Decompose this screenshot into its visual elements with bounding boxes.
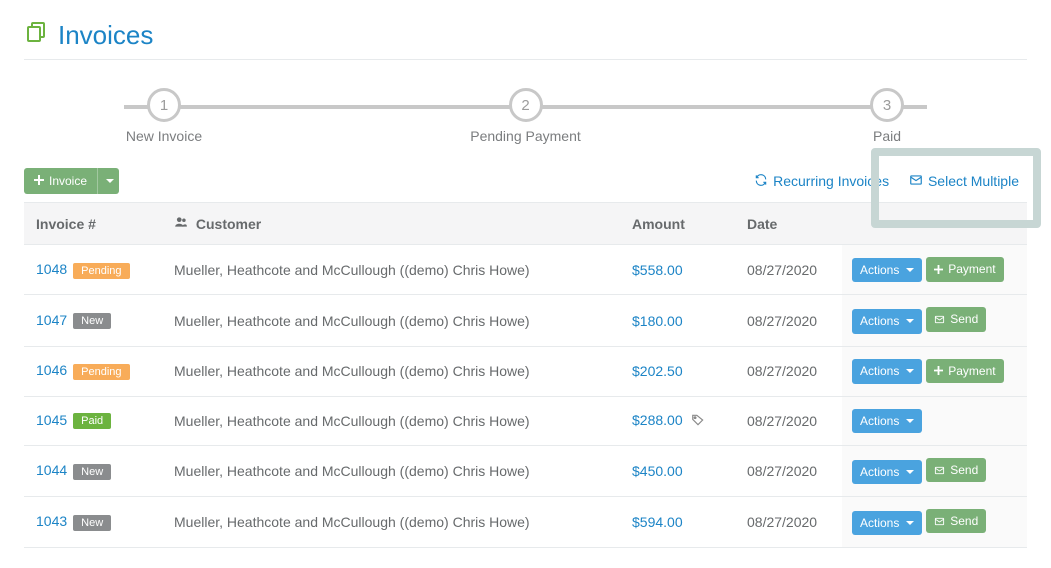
step-label: Pending Payment bbox=[470, 128, 581, 144]
header-actions bbox=[842, 203, 1027, 245]
toolbar-right: Recurring Invoices Select Multiple bbox=[746, 169, 1027, 194]
chevron-down-icon bbox=[906, 268, 914, 272]
amount-link[interactable]: $450.00 bbox=[632, 463, 683, 479]
status-badge: Paid bbox=[73, 413, 111, 429]
header-customer-label: Customer bbox=[196, 216, 261, 232]
envelope-icon bbox=[934, 465, 945, 476]
customer-cell: Mueller, Heathcote and McCullough ((demo… bbox=[164, 446, 622, 497]
send-button[interactable]: Send bbox=[926, 307, 986, 331]
table-row: 1048 Pending Mueller, Heathcote and McCull… bbox=[24, 245, 1027, 295]
new-invoice-split-button: Invoice bbox=[24, 168, 119, 194]
step-circle: 3 bbox=[870, 88, 904, 122]
chevron-down-icon bbox=[906, 319, 914, 323]
amount-link[interactable]: $558.00 bbox=[632, 262, 683, 278]
step-2[interactable]: 2 Pending Payment bbox=[426, 88, 626, 144]
invoices-table: Invoice # Customer Amount Date 1048 Pendi… bbox=[24, 202, 1027, 548]
header-customer[interactable]: Customer bbox=[164, 203, 622, 245]
table-row: 1043 New Mueller, Heathcote and McCullough… bbox=[24, 497, 1027, 548]
customer-cell: Mueller, Heathcote and McCullough ((demo… bbox=[164, 497, 622, 548]
header-amount[interactable]: Amount bbox=[622, 203, 737, 245]
actions-dropdown[interactable]: Actions bbox=[852, 309, 922, 333]
page-title: Invoices bbox=[24, 20, 1027, 60]
select-multiple-label: Select Multiple bbox=[928, 173, 1019, 189]
users-icon bbox=[174, 216, 192, 232]
header-date[interactable]: Date bbox=[737, 203, 842, 245]
table-row: 1047 New Mueller, Heathcote and McCullough… bbox=[24, 295, 1027, 346]
toolbar: Invoice Recurring Invoices Select Multip… bbox=[24, 168, 1027, 194]
table-header-row: Invoice # Customer Amount Date bbox=[24, 203, 1027, 245]
table-row: 1045 Paid Mueller, Heathcote and McCulloug… bbox=[24, 396, 1027, 445]
recurring-invoices-label: Recurring Invoices bbox=[773, 173, 889, 189]
steps-container: 1 New Invoice 2 Pending Payment 3 Paid bbox=[64, 88, 987, 144]
plus-icon bbox=[934, 366, 943, 375]
date-cell: 08/27/2020 bbox=[737, 446, 842, 497]
plus-icon bbox=[934, 265, 943, 274]
step-label: Paid bbox=[873, 128, 901, 144]
invoice-number-link[interactable]: 1046 bbox=[36, 362, 67, 378]
send-button[interactable]: Send bbox=[926, 509, 986, 533]
date-cell: 08/27/2020 bbox=[737, 346, 842, 396]
new-invoice-label: Invoice bbox=[49, 174, 87, 188]
invoice-number-link[interactable]: 1048 bbox=[36, 261, 67, 277]
chevron-down-icon bbox=[906, 369, 914, 373]
step-label: New Invoice bbox=[126, 128, 202, 144]
date-cell: 08/27/2020 bbox=[737, 245, 842, 295]
refresh-icon bbox=[754, 173, 768, 190]
table-row: 1044 New Mueller, Heathcote and McCullough… bbox=[24, 446, 1027, 497]
payment-button[interactable]: Payment bbox=[926, 257, 1003, 281]
invoice-number-link[interactable]: 1045 bbox=[36, 412, 67, 428]
select-multiple-link[interactable]: Select Multiple bbox=[901, 169, 1027, 194]
customer-cell: Mueller, Heathcote and McCullough ((demo… bbox=[164, 295, 622, 346]
invoice-number-link[interactable]: 1047 bbox=[36, 312, 67, 328]
envelope-icon bbox=[909, 173, 923, 190]
copy-icon bbox=[24, 20, 48, 51]
status-badge: Pending bbox=[73, 263, 129, 279]
date-cell: 08/27/2020 bbox=[737, 396, 842, 445]
new-invoice-dropdown[interactable] bbox=[97, 168, 119, 194]
invoice-number-link[interactable]: 1044 bbox=[36, 462, 67, 478]
step-circle: 1 bbox=[147, 88, 181, 122]
step-circle: 2 bbox=[509, 88, 543, 122]
invoice-number-link[interactable]: 1043 bbox=[36, 513, 67, 529]
recurring-invoices-link[interactable]: Recurring Invoices bbox=[746, 169, 897, 194]
chevron-down-icon bbox=[906, 419, 914, 423]
customer-cell: Mueller, Heathcote and McCullough ((demo… bbox=[164, 346, 622, 396]
chevron-down-icon bbox=[906, 470, 914, 474]
send-button[interactable]: Send bbox=[926, 458, 986, 482]
amount-link[interactable]: $202.50 bbox=[632, 363, 683, 379]
status-badge: New bbox=[73, 464, 111, 480]
envelope-icon bbox=[934, 314, 945, 325]
plus-icon bbox=[34, 174, 44, 188]
chevron-down-icon bbox=[906, 521, 914, 525]
page-title-text: Invoices bbox=[58, 20, 153, 51]
amount-link[interactable]: $288.00 bbox=[632, 412, 683, 428]
envelope-icon bbox=[934, 516, 945, 527]
actions-dropdown[interactable]: Actions bbox=[852, 258, 922, 282]
customer-cell: Mueller, Heathcote and McCullough ((demo… bbox=[164, 396, 622, 445]
customer-cell: Mueller, Heathcote and McCullough ((demo… bbox=[164, 245, 622, 295]
step-1[interactable]: 1 New Invoice bbox=[64, 88, 264, 144]
status-badge: New bbox=[73, 313, 111, 329]
header-invoice[interactable]: Invoice # bbox=[24, 203, 164, 245]
date-cell: 08/27/2020 bbox=[737, 295, 842, 346]
new-invoice-button[interactable]: Invoice bbox=[24, 168, 97, 194]
actions-dropdown[interactable]: Actions bbox=[852, 511, 922, 535]
date-cell: 08/27/2020 bbox=[737, 497, 842, 548]
step-3[interactable]: 3 Paid bbox=[787, 88, 987, 144]
actions-dropdown[interactable]: Actions bbox=[852, 359, 922, 383]
payment-button[interactable]: Payment bbox=[926, 359, 1003, 383]
status-badge: New bbox=[73, 515, 111, 531]
table-row: 1046 Pending Mueller, Heathcote and McCull… bbox=[24, 346, 1027, 396]
amount-link[interactable]: $594.00 bbox=[632, 514, 683, 530]
amount-link[interactable]: $180.00 bbox=[632, 313, 683, 329]
tag-icon bbox=[691, 414, 705, 430]
chevron-down-icon bbox=[106, 179, 114, 183]
actions-dropdown[interactable]: Actions bbox=[852, 409, 922, 433]
actions-dropdown[interactable]: Actions bbox=[852, 460, 922, 484]
status-badge: Pending bbox=[73, 364, 129, 380]
